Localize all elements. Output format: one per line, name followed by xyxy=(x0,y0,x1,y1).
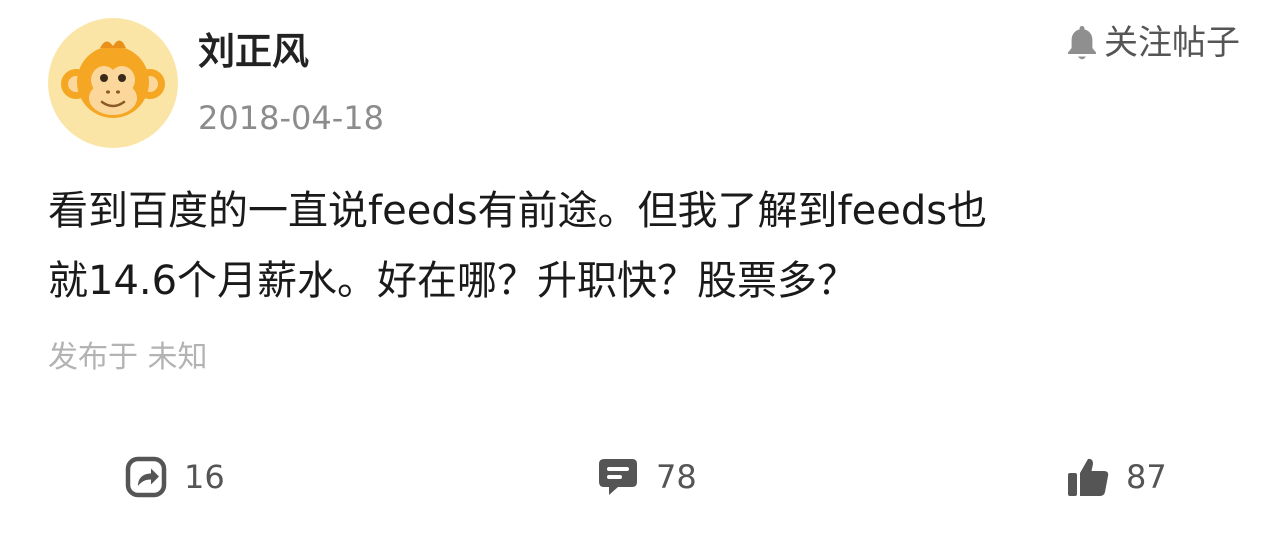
post-date: 2018-04-18 xyxy=(198,99,384,137)
monkey-avatar-icon xyxy=(61,40,165,118)
author-avatar[interactable] xyxy=(48,18,178,148)
follow-post-button[interactable]: 关注帖子 xyxy=(1064,20,1240,66)
post-content-line: 看到百度的一直说feeds有前途。但我了解到feeds也 xyxy=(48,188,988,234)
comment-count: 78 xyxy=(656,458,697,496)
share-count: 16 xyxy=(184,458,225,496)
bell-icon xyxy=(1068,26,1096,60)
post-content: 看到百度的一直说feeds有前途。但我了解到feeds也 就14.6个月薪水。好… xyxy=(48,176,1238,316)
thumbs-up-icon xyxy=(1068,458,1109,496)
follow-post-label: 关注帖子 xyxy=(1104,23,1240,63)
comment-icon xyxy=(599,459,637,495)
comment-button[interactable]: 78 xyxy=(596,452,697,502)
like-button[interactable]: 87 xyxy=(1066,452,1167,502)
post-content-line: 就14.6个月薪水。好在哪？升职快？股票多？ xyxy=(48,258,858,304)
share-button[interactable]: 16 xyxy=(124,452,225,502)
share-icon xyxy=(125,456,167,498)
post-location: 发布于 未知 xyxy=(48,340,208,375)
like-count: 87 xyxy=(1126,458,1167,496)
author-name[interactable]: 刘正风 xyxy=(198,28,309,76)
